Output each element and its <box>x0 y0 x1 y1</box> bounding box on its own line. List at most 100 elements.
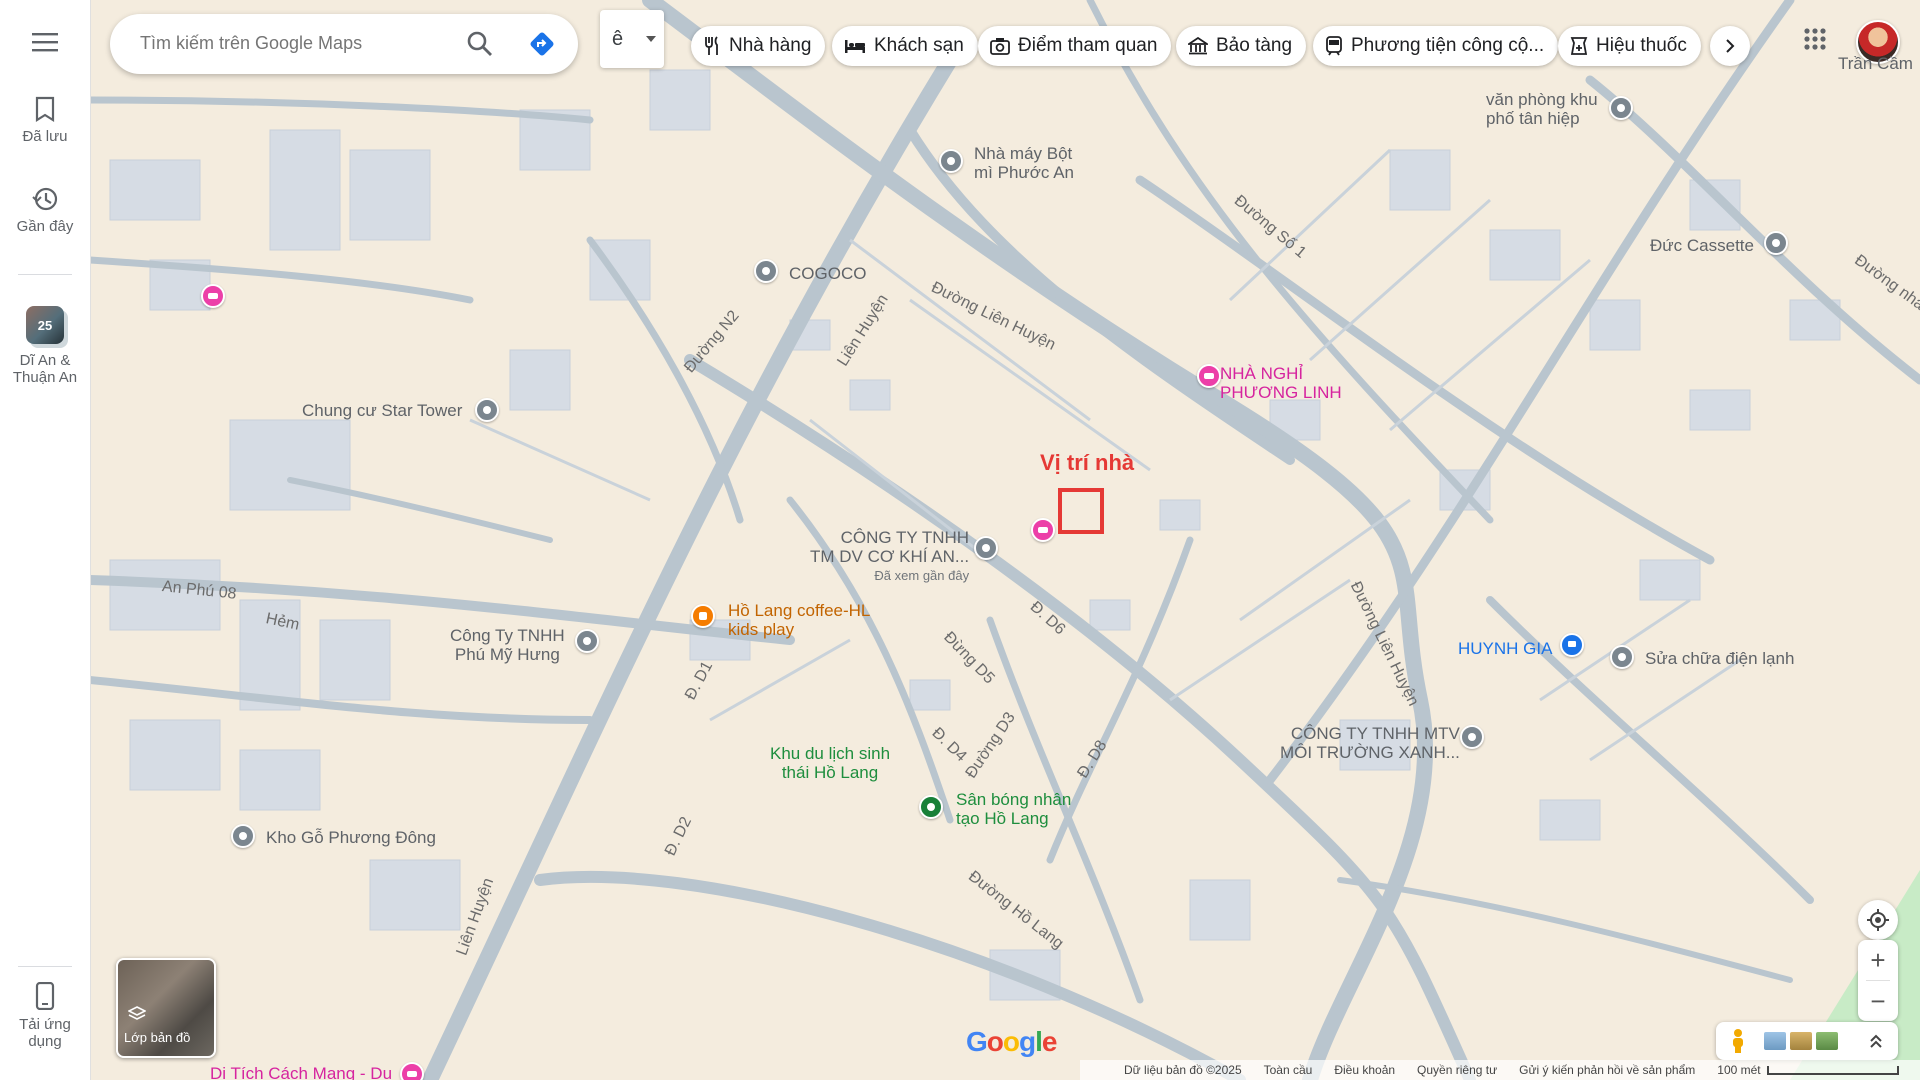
factory-pin-icon[interactable] <box>939 149 963 173</box>
recent-place-badge: 25 <box>37 318 53 333</box>
zoom-controls: + − <box>1858 940 1898 1021</box>
download-app-button[interactable]: Tải ứng dụng <box>0 982 90 1050</box>
chip-attractions[interactable]: Điểm tham quan <box>978 26 1172 66</box>
poi-phu-my-line1: Công Ty TNHH <box>450 626 565 645</box>
zoom-out-button[interactable]: − <box>1858 981 1898 1021</box>
chip-restaurants[interactable]: Nhà hàng <box>691 26 826 66</box>
imagery-thumb-1[interactable] <box>1764 1032 1786 1050</box>
poi-san-bong[interactable]: Sân bóng nhân tạo Hồ Lang <box>956 790 1071 828</box>
poi-van-phong-line2: phố tân hiệp <box>1486 109 1580 128</box>
recent-label: Gần đây <box>16 218 74 235</box>
pegman-icon[interactable] <box>1730 1028 1746 1054</box>
bed-icon <box>845 40 865 53</box>
imagery-thumb-2[interactable] <box>1790 1032 1812 1050</box>
account-name: Trần Cầm <box>1838 54 1913 73</box>
chevron-up-icon[interactable] <box>1868 1033 1884 1049</box>
camera-icon <box>990 38 1010 55</box>
chip-museums[interactable]: Bảo tàng <box>1176 26 1307 66</box>
poi-di-tich[interactable]: Di Tích Cách Mạng - Du <box>210 1064 392 1080</box>
apps-button[interactable] <box>1804 28 1826 55</box>
guesthouse-pin-icon[interactable] <box>1197 364 1221 388</box>
layers-label: Lớp bản đồ <box>124 1030 191 1045</box>
cassette-pin-icon[interactable] <box>1764 231 1788 255</box>
download-label-line2: dụng <box>28 1033 62 1050</box>
map-canvas[interactable]: văn phòng khu phố tân hiệp Nhà máy Bột m… <box>90 0 1920 1080</box>
search-button[interactable] <box>466 30 494 63</box>
cogoco-pin-icon[interactable] <box>754 259 778 283</box>
store-pin-icon[interactable] <box>1560 633 1584 657</box>
home-location-box <box>1058 488 1104 534</box>
input-method-selector[interactable]: ê <box>600 10 664 68</box>
pharmacy-icon <box>1570 37 1588 55</box>
company-pin-icon[interactable] <box>974 536 998 560</box>
poi-nha-nghi-line2: PHƯƠNG LINH <box>1220 383 1342 402</box>
poi-van-phong[interactable]: văn phòng khu phố tân hiệp <box>1486 90 1598 128</box>
hotel-pin-icon[interactable] <box>201 284 225 308</box>
transit-icon <box>1326 36 1342 56</box>
wood-pin-icon[interactable] <box>231 824 255 848</box>
museum-icon <box>1188 37 1208 55</box>
poi-nha-nghi[interactable]: NHÀ NGHỈ PHƯƠNG LINH <box>1220 364 1342 402</box>
hotel-pin-icon-2[interactable] <box>1031 518 1055 542</box>
poi-star-tower[interactable]: Chung cư Star Tower <box>302 401 462 420</box>
my-location-icon <box>1867 909 1889 931</box>
directions-button[interactable] <box>528 30 556 63</box>
poi-coffee-line1: Hồ Lang coffee-HL <box>728 601 871 620</box>
cafe-pin-icon[interactable] <box>691 604 715 628</box>
apartment-pin-icon[interactable] <box>475 398 499 422</box>
map-footer: Dữ liệu bản đồ ©2025 Toàn cầu Điều khoản… <box>1080 1060 1920 1080</box>
repair-pin-icon[interactable] <box>1610 645 1634 669</box>
monument-pin-icon[interactable] <box>400 1062 424 1080</box>
poi-nha-nghi-line1: NHÀ NGHỈ <box>1220 364 1304 383</box>
poi-recently-viewed: Đã xem gần đây <box>874 568 970 583</box>
poi-cogoco[interactable]: COGOCO <box>789 264 866 283</box>
poi-huynh-gia[interactable]: HUYNH GIA <box>1458 639 1552 658</box>
poi-ho-lang-coffee[interactable]: Hồ Lang coffee-HL kids play <box>728 601 870 639</box>
poi-san-bong-line1: Sân bóng nhân <box>956 790 1072 809</box>
zoom-in-button[interactable]: + <box>1858 940 1898 980</box>
home-location-label: Vị trí nhà <box>1040 450 1135 475</box>
download-label-line1: Tải ứng <box>19 1016 71 1033</box>
poi-moi-truong[interactable]: CÔNG TY TNHH MTV MÔI TRƯỜNG XANH... <box>1280 724 1460 762</box>
poi-phu-my-line2: Phú Mỹ Hưng <box>454 645 560 664</box>
footer-feedback-link[interactable]: Gửi ý kiến phản hồi về sản phẩm <box>1519 1063 1695 1077</box>
search-input[interactable] <box>138 32 442 55</box>
poi-khu-du-lich-line1: Khu du lịch sinh <box>770 744 891 763</box>
poi-khu-du-lich-line2: thái Hồ Lang <box>781 763 879 782</box>
poi-sua-chua[interactable]: Sửa chữa điện lạnh <box>1645 649 1794 668</box>
recent-place-label-line2: Thuận An <box>12 369 78 386</box>
chip-pharmacy[interactable]: Hiệu thuốc <box>1558 26 1701 66</box>
poi-duc-cassette[interactable]: Đức Cassette <box>1650 236 1754 255</box>
my-location-button[interactable] <box>1858 900 1898 940</box>
stadium-pin-icon[interactable] <box>919 795 943 819</box>
rail-divider <box>18 274 72 275</box>
poi-kho-go[interactable]: Kho Gỗ Phương Đông <box>266 828 436 847</box>
poi-phu-my-hung[interactable]: Công Ty TNHH Phú Mỹ Hưng <box>450 626 565 664</box>
input-method-char: ê <box>612 28 624 50</box>
office-pin-icon[interactable] <box>1609 96 1633 120</box>
menu-button[interactable] <box>0 32 90 58</box>
left-rail: Đã lưu Gần đây 25 Dĩ An & Thuận An Tải ứ… <box>0 0 91 1080</box>
google-logo: Google <box>966 1026 1057 1057</box>
saved-button[interactable]: Đã lưu <box>0 96 90 145</box>
history-icon <box>32 187 58 211</box>
chip-transit[interactable]: Phương tiện công cộ... <box>1313 26 1559 66</box>
layers-button[interactable]: Lớp bản đồ <box>116 958 216 1058</box>
map-scale[interactable]: 100 mét <box>1717 1063 1899 1077</box>
map-scale-bar <box>1766 1066 1899 1076</box>
environment-pin-icon[interactable] <box>1460 725 1484 749</box>
footer-terms-link[interactable]: Điều khoản <box>1334 1063 1395 1077</box>
chevron-right-icon <box>1726 39 1735 53</box>
phu-my-pin-icon[interactable] <box>575 629 599 653</box>
footer-global-link[interactable]: Toàn cầu <box>1264 1063 1313 1077</box>
recent-place-item[interactable]: 25 Dĩ An & Thuận An <box>0 306 90 386</box>
poi-khu-du-lich[interactable]: Khu du lịch sinh thái Hồ Lang <box>770 744 890 782</box>
imagery-thumb-3[interactable] <box>1816 1032 1838 1050</box>
poi-cong-ty-line1: CÔNG TY TNHH <box>840 528 970 547</box>
footer-privacy-link[interactable]: Quyền riêng tư <box>1417 1063 1497 1077</box>
recent-button[interactable]: Gần đây <box>0 186 90 235</box>
poi-nha-may[interactable]: Nhà máy Bột mì Phước An <box>974 144 1074 182</box>
chips-next-button[interactable] <box>1710 26 1750 66</box>
poi-cong-ty-co-khi[interactable]: CÔNG TY TNHH TM DV CƠ KHÍ AN... Đã xem g… <box>810 528 969 585</box>
chip-hotels[interactable]: Khách sạn <box>832 26 978 66</box>
